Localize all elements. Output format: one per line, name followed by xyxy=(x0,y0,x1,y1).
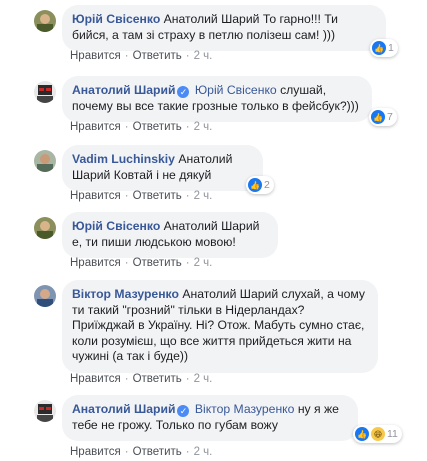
comment-bubble: Анатолий Шарий ✓ Юрій Свісенко слушай, по… xyxy=(62,76,372,122)
reaction-badge[interactable]: 👍 1 xyxy=(370,39,398,57)
avatar[interactable] xyxy=(34,10,56,32)
comment-actions: Нравится · Ответить · 2 ч. xyxy=(70,121,213,133)
reply-link[interactable]: Ответить xyxy=(133,190,182,202)
haha-reaction-icon: 😆 xyxy=(371,427,385,441)
like-link[interactable]: Нравится xyxy=(70,121,121,133)
like-link[interactable]: Нравится xyxy=(70,50,121,62)
mention-link[interactable]: Юрій Свісенко xyxy=(195,83,277,97)
like-reaction-icon: 👍 xyxy=(371,110,385,124)
avatar[interactable] xyxy=(34,217,56,239)
avatar[interactable] xyxy=(34,285,56,307)
reaction-badge[interactable]: 👍 😆 11 xyxy=(353,425,402,443)
reaction-count: 7 xyxy=(387,111,393,123)
comment-time[interactable]: 2 ч. xyxy=(194,257,213,269)
avatar[interactable] xyxy=(34,400,56,422)
reaction-count: 11 xyxy=(387,428,398,440)
comment-time[interactable]: 2 ч. xyxy=(194,50,213,62)
avatar[interactable] xyxy=(34,81,56,103)
like-reaction-icon: 👍 xyxy=(248,178,262,192)
comment-bubble: Юрій Свісенко Анатолий Шарий е, ти пиши … xyxy=(62,212,278,258)
comment-author[interactable]: Юрій Свісенко xyxy=(72,219,160,233)
reaction-count: 2 xyxy=(264,179,270,191)
like-link[interactable]: Нравится xyxy=(70,190,121,202)
comment-bubble: Віктор Мазуренко Анатолий Шарий слухай, … xyxy=(62,280,378,373)
comment-time[interactable]: 2 ч. xyxy=(194,373,213,385)
like-link[interactable]: Нравится xyxy=(70,373,121,385)
reply-link[interactable]: Ответить xyxy=(133,373,182,385)
avatar[interactable] xyxy=(34,150,56,172)
comment-author[interactable]: Юрій Свісенко xyxy=(72,12,160,26)
comment-author[interactable]: Анатолий Шарий xyxy=(72,83,175,97)
comment-actions: Нравится · Ответить · 2 ч. xyxy=(70,446,213,458)
mention-link[interactable]: Віктор Мазуренко xyxy=(195,402,295,416)
comment-author[interactable]: Віктор Мазуренко xyxy=(72,287,179,301)
like-link[interactable]: Нравится xyxy=(70,446,121,458)
verified-badge-icon: ✓ xyxy=(177,405,190,417)
like-reaction-icon: 👍 xyxy=(355,427,369,441)
comment-time[interactable]: 2 ч. xyxy=(194,121,213,133)
comment-time[interactable]: 2 ч. xyxy=(194,190,213,202)
reply-link[interactable]: Ответить xyxy=(133,446,182,458)
reaction-badge[interactable]: 👍 2 xyxy=(246,176,274,194)
reaction-count: 1 xyxy=(388,42,394,54)
like-link[interactable]: Нравится xyxy=(70,257,121,269)
comment-bubble: Vadim Luchinskiy Анатолий Шарий Ковтай і… xyxy=(62,145,263,191)
verified-badge-icon: ✓ xyxy=(177,86,190,98)
reply-link[interactable]: Ответить xyxy=(133,50,182,62)
comment-bubble: Юрій Свісенко Анатолий Шарий То гарно!!!… xyxy=(62,5,386,51)
comment-actions: Нравится · Ответить · 2 ч. xyxy=(70,373,213,385)
reply-link[interactable]: Ответить xyxy=(133,257,182,269)
reply-link[interactable]: Ответить xyxy=(133,121,182,133)
comment-actions: Нравится · Ответить · 2 ч. xyxy=(70,50,213,62)
comment-author[interactable]: Vadim Luchinskiy xyxy=(72,152,175,166)
comment-actions: Нравится · Ответить · 2 ч. xyxy=(70,190,213,202)
reaction-badge[interactable]: 👍 7 xyxy=(369,108,397,126)
comment-author[interactable]: Анатолий Шарий xyxy=(72,402,175,416)
comment-time[interactable]: 2 ч. xyxy=(194,446,213,458)
like-reaction-icon: 👍 xyxy=(372,41,386,55)
comment-bubble: Анатолий Шарий ✓ Віктор Мазуренко ну я же… xyxy=(62,395,358,441)
comment-actions: Нравится · Ответить · 2 ч. xyxy=(70,257,213,269)
